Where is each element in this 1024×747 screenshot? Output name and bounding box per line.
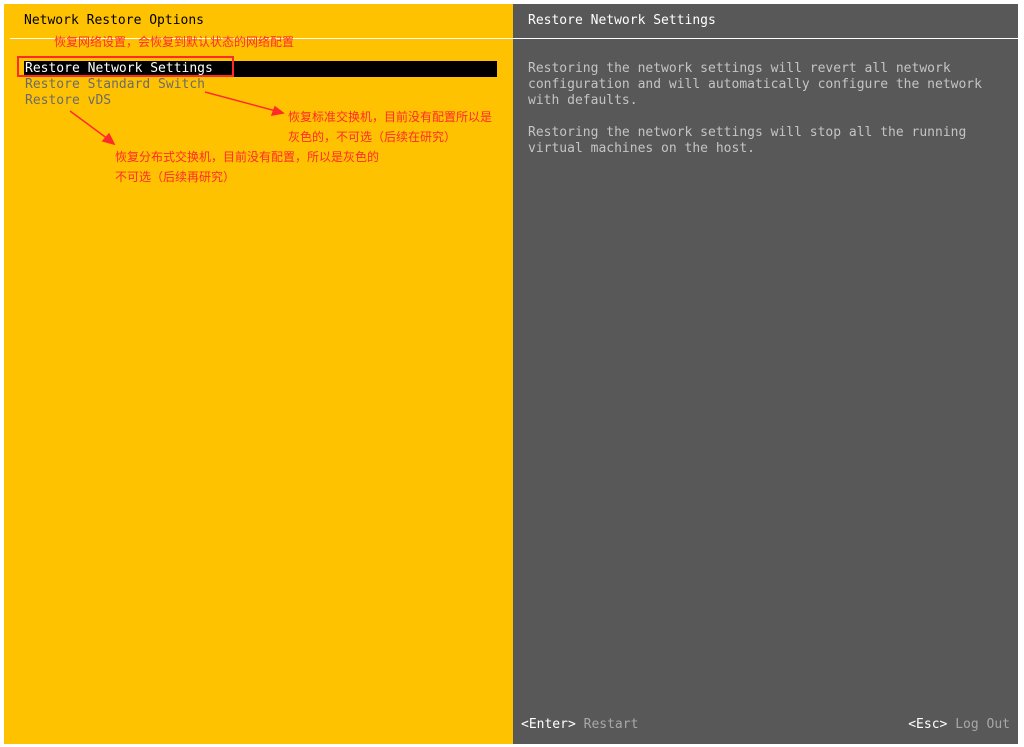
right-pane-title: Restore Network Settings	[528, 13, 716, 28]
annotation-standard-switch-line1: 恢复标准交换机，目前没有配置所以是	[288, 110, 493, 124]
description-text: Restoring the network settings will reve…	[528, 61, 1008, 173]
esc-logout-hint[interactable]: <Esc> Log Out	[908, 717, 1010, 733]
annotation-standard-switch-line2: 灰色的，不可选（后续在研究）	[288, 130, 457, 144]
selected-item-highlight-box	[17, 56, 234, 77]
enter-restart-hint[interactable]: <Enter> Restart	[521, 717, 638, 733]
left-pane-title: Network Restore Options	[24, 13, 205, 28]
description-paragraph: Restoring the network settings will reve…	[528, 61, 982, 108]
restore-network-settings-description-pane: Restore Network Settings Restoring the n…	[513, 4, 1018, 744]
esxi-dcui-screen: Network Restore Options Restore Network …	[0, 0, 1024, 747]
description-paragraph: Restoring the network settings will stop…	[528, 125, 967, 156]
annotation-vds-line1: 恢复分布式交换机，目前没有配置，所以是灰色的	[115, 150, 380, 164]
esc-key: <Esc>	[908, 717, 948, 732]
logout-label: Log Out	[955, 717, 1010, 732]
annotation-restore-network: 恢复网络设置，会恢复到默认状态的网络配置	[54, 35, 295, 49]
enter-key: <Enter>	[521, 717, 576, 732]
annotation-vds-line2: 不可选（后续再研究）	[115, 170, 236, 184]
restart-label: Restart	[583, 717, 639, 732]
menu-item-restore-standard-switch: Restore Standard Switch	[25, 77, 206, 92]
right-title-divider	[513, 38, 1018, 39]
